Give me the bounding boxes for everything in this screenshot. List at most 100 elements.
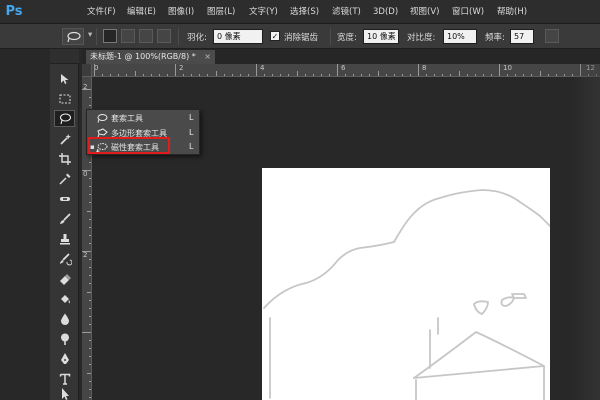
ruler-tick	[547, 74, 549, 76]
separator	[178, 28, 179, 45]
menu-select[interactable]: 选择(S)	[290, 5, 319, 19]
frequency-input[interactable]: 57	[510, 29, 534, 44]
lasso-tool-icon[interactable]	[54, 110, 75, 127]
ruler-label: 10	[503, 64, 512, 72]
ruler-tick	[231, 74, 233, 76]
ruler-tick	[353, 74, 355, 76]
ruler-tick	[142, 74, 144, 76]
ruler-tick	[264, 74, 266, 76]
document-tab-bar: 未标题-1 @ 100%(RGB/8) * ×	[82, 49, 600, 64]
toolbox-grip[interactable]	[50, 49, 79, 64]
ruler-tick	[304, 74, 306, 76]
antialias-label: 消除锯齿	[284, 33, 319, 43]
ruler-tick	[345, 74, 347, 76]
flyout-item-lasso[interactable]: 套索工具 L	[87, 111, 199, 125]
menu-file[interactable]: 文件(F)	[87, 5, 116, 19]
ruler-tick	[82, 89, 91, 90]
path-selection-tool-icon[interactable]	[54, 388, 75, 400]
ruler-tick	[474, 74, 476, 76]
intersect-selection-button[interactable]	[157, 29, 171, 43]
contrast-input[interactable]: 10%	[443, 29, 477, 44]
document-canvas[interactable]	[262, 168, 550, 400]
ruler-label: 4	[260, 64, 265, 72]
ruler-tick	[312, 74, 314, 76]
magic-wand-tool-icon[interactable]	[54, 130, 75, 147]
flyout-item-label: 套索工具	[111, 114, 143, 123]
frequency-label: 频率:	[485, 33, 505, 43]
ruler-tick	[102, 74, 104, 76]
pen-tool-icon[interactable]	[54, 350, 75, 367]
antialias-checkbox[interactable]: ✓	[270, 31, 280, 41]
ruler-tick	[499, 64, 500, 76]
brush-tool-icon[interactable]	[54, 210, 75, 227]
menu-help[interactable]: 帮助(H)	[497, 5, 527, 19]
move-tool-icon[interactable]	[54, 70, 75, 87]
blur-tool-icon[interactable]	[54, 310, 75, 327]
close-tab-icon[interactable]: ×	[204, 52, 211, 61]
ruler-tick	[442, 74, 444, 76]
magnetic-lasso-icon	[67, 31, 81, 43]
ruler-label: 2	[83, 251, 88, 259]
ruler-tick	[239, 74, 241, 76]
menu-type[interactable]: 文字(Y)	[249, 5, 278, 19]
pen-pressure-button[interactable]	[545, 29, 559, 43]
ruler-tick	[393, 74, 395, 76]
ruler-origin[interactable]	[82, 64, 92, 77]
feather-input[interactable]: 0 像素	[213, 29, 263, 44]
width-input[interactable]: 10 像素	[363, 29, 399, 44]
flyout-item-shortcut: L	[189, 128, 194, 137]
photoshop-logo: Ps	[5, 4, 23, 19]
ruler-tick	[126, 74, 128, 76]
menu-filter[interactable]: 滤镜(T)	[332, 5, 361, 19]
menu-view[interactable]: 视图(V)	[410, 5, 439, 19]
history-brush-tool-icon[interactable]	[54, 250, 75, 267]
subtract-selection-button[interactable]	[139, 29, 153, 43]
menu-window[interactable]: 窗口(W)	[452, 5, 484, 19]
ruler-tick	[82, 332, 91, 333]
ruler-tick	[563, 74, 565, 76]
preset-dropdown-arrow[interactable]: ▾	[88, 30, 92, 40]
document-tab[interactable]: 未标题-1 @ 100%(RGB/8) * ×	[86, 50, 215, 64]
contrast-label: 对比度:	[407, 33, 436, 43]
horizontal-ruler[interactable]: 0 2 4 6 8 10 12	[92, 64, 600, 77]
options-bar: ▾ 羽化: 0 像素 ✓ 消除锯齿 宽度: 10 像素 对比度: 10% 频率:…	[0, 24, 600, 49]
type-tool-icon[interactable]	[54, 370, 75, 387]
paint-bucket-tool-icon[interactable]	[54, 290, 75, 307]
red-highlight-box	[88, 137, 170, 154]
add-to-selection-button[interactable]	[121, 29, 135, 43]
ruler-tick	[426, 74, 428, 76]
eyedropper-tool-icon[interactable]	[54, 170, 75, 187]
ruler-tick	[377, 71, 379, 76]
feather-label: 羽化:	[187, 33, 207, 43]
ruler-tick	[150, 74, 152, 76]
ruler-tick	[288, 74, 290, 76]
menu-3d[interactable]: 3D(D)	[373, 5, 398, 19]
tool-preset-picker[interactable]	[62, 28, 84, 45]
separator	[96, 28, 97, 45]
ruler-tick	[118, 74, 120, 76]
menu-layer[interactable]: 图层(L)	[207, 5, 235, 19]
ruler-tick	[82, 170, 91, 171]
ruler-label: 6	[341, 64, 346, 72]
spot-healing-tool-icon[interactable]	[54, 190, 75, 207]
ruler-label: 0	[83, 170, 88, 178]
dodge-tool-icon[interactable]	[54, 330, 75, 347]
document-tab-title: 未标题-1 @ 100%(RGB/8) *	[90, 52, 196, 61]
ruler-tick	[183, 74, 185, 76]
menu-image[interactable]: 图像(I)	[168, 5, 194, 19]
crop-tool-icon[interactable]	[54, 150, 75, 167]
ruler-tick	[247, 74, 249, 76]
left-panel-strip	[0, 49, 48, 400]
ruler-tick	[369, 74, 371, 76]
lasso-icon	[97, 114, 108, 123]
ruler-tick	[482, 74, 484, 76]
eraser-tool-icon[interactable]	[54, 270, 75, 287]
scrollbar-shadow	[572, 64, 600, 400]
marquee-tool-icon[interactable]	[54, 90, 75, 107]
new-selection-button[interactable]	[103, 29, 117, 43]
ruler-tick	[175, 64, 176, 76]
ruler-tick	[320, 74, 322, 76]
ruler-tick	[110, 74, 112, 76]
menu-edit[interactable]: 编辑(E)	[127, 5, 156, 19]
clone-stamp-tool-icon[interactable]	[54, 230, 75, 247]
